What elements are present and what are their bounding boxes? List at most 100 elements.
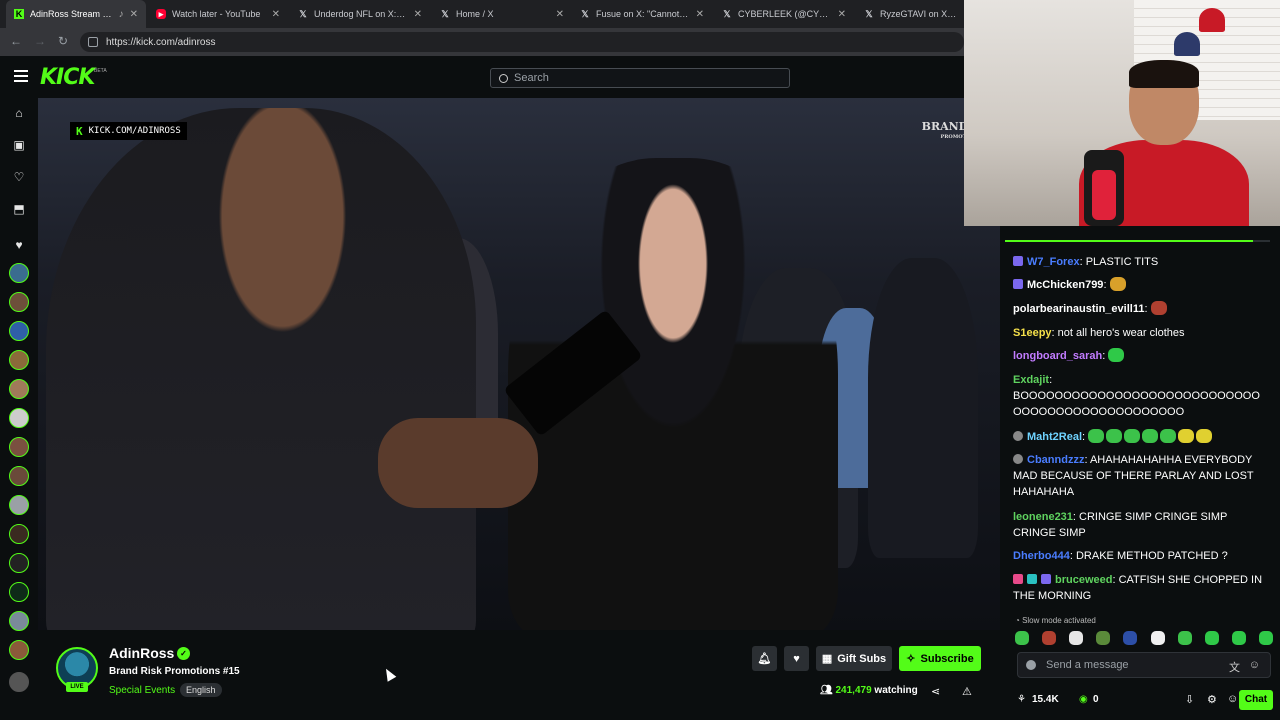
chat-username[interactable]: Maht2Real bbox=[1027, 431, 1082, 443]
chat-message[interactable]: Cbanndzzz: AHAHAHAHAHHA EVERYBODY MAD BE… bbox=[1013, 452, 1263, 500]
gift-subs-button[interactable]: ▦ Gift Subs bbox=[816, 646, 892, 671]
tab-cyberleek[interactable]: 𝕏 CYBERLEEK (@CYBERLEEK ✕ bbox=[714, 0, 854, 28]
chat-username[interactable]: leonene231 bbox=[1013, 511, 1073, 523]
followed-channel-avatar[interactable] bbox=[9, 611, 29, 631]
chat-message[interactable]: longboard_sarah: bbox=[1013, 348, 1263, 364]
chat-username[interactable]: S1eepy bbox=[1013, 327, 1052, 339]
followed-channel-avatar[interactable] bbox=[9, 437, 29, 457]
emoji-icon[interactable]: ☺ bbox=[1249, 659, 1260, 671]
emote-icon[interactable] bbox=[1177, 631, 1192, 645]
chat-message[interactable]: Maht2Real: bbox=[1013, 429, 1263, 445]
emote-icon[interactable] bbox=[1015, 631, 1029, 645]
followed-channel-avatar[interactable] bbox=[9, 466, 29, 486]
followed-channel-avatar[interactable] bbox=[9, 582, 29, 602]
kick-logo[interactable]: KICK bbox=[40, 65, 95, 90]
emote-icon[interactable] bbox=[1069, 631, 1084, 645]
follow-heart-icon[interactable]: ♥ bbox=[784, 646, 809, 671]
chat-message[interactable]: W7_Forex: PLASTIC TITS bbox=[1013, 254, 1263, 270]
followed-channel-avatar[interactable] bbox=[9, 495, 29, 515]
chat-message[interactable]: polarbearinaustin_evill11: bbox=[1013, 301, 1263, 317]
chat-username[interactable]: W7_Forex bbox=[1027, 256, 1080, 268]
browse-icon[interactable]: ▣ bbox=[12, 138, 26, 152]
clips-icon[interactable]: ⬒ bbox=[12, 202, 26, 216]
reload-icon[interactable]: ↻ bbox=[58, 34, 68, 48]
chat-username[interactable]: polarbearinaustin_evill11 bbox=[1013, 303, 1144, 315]
followed-channel-avatar[interactable] bbox=[9, 379, 29, 399]
chat-text: PLASTIC TITS bbox=[1085, 256, 1159, 268]
chat-message[interactable]: McChicken799: bbox=[1013, 277, 1263, 293]
stream-category-link[interactable]: Special Events bbox=[109, 685, 175, 696]
close-tab-icon[interactable]: ✕ bbox=[556, 9, 564, 20]
chat-username[interactable]: McChicken799 bbox=[1027, 279, 1103, 291]
followed-channel-avatar[interactable] bbox=[9, 321, 29, 341]
close-tab-icon[interactable]: ✕ bbox=[414, 9, 422, 20]
user-badge-icon bbox=[1041, 574, 1051, 584]
followed-channel-avatar[interactable] bbox=[9, 640, 29, 660]
close-tab-icon[interactable]: ✕ bbox=[130, 9, 138, 20]
speaker-icon[interactable]: ♪ bbox=[119, 9, 124, 20]
chat-message[interactable]: Exdajit: BOOOOOOOOOOOOOOOOOOOOOOOOOOOOOOO… bbox=[1013, 372, 1263, 420]
tab-title: Underdog NFL on X: "Cee bbox=[314, 9, 408, 19]
emote-icon[interactable] bbox=[1150, 631, 1165, 645]
search-input[interactable]: Search bbox=[490, 68, 790, 88]
favorites-icon[interactable]: ♥ bbox=[12, 238, 26, 252]
followed-channel-avatar[interactable] bbox=[9, 408, 29, 428]
forward-icon[interactable]: → bbox=[34, 34, 46, 48]
followed-channel-avatar[interactable] bbox=[9, 524, 29, 544]
followed-channel-avatar[interactable] bbox=[9, 263, 29, 283]
emote-icon[interactable] bbox=[1123, 631, 1138, 645]
close-tab-icon[interactable]: ✕ bbox=[696, 9, 704, 20]
video-player[interactable]: K KICK.COM/ADINROSS BRANDRISK PROMOTIONS bbox=[38, 98, 1000, 630]
address-bar[interactable]: https://kick.com/adinross bbox=[80, 32, 964, 52]
language-tag[interactable]: English bbox=[180, 683, 222, 697]
chat-input[interactable]: Send a message 文 ☺ bbox=[1017, 652, 1271, 678]
tab-title: Home / X bbox=[456, 9, 494, 19]
tab-home-x[interactable]: 𝕏 Home / X ✕ bbox=[432, 0, 572, 28]
close-tab-icon[interactable]: ✕ bbox=[272, 9, 280, 20]
chat-message[interactable]: Dherbo444: DRAKE METHOD PATCHED ? bbox=[1013, 548, 1263, 564]
tab-adinross[interactable]: K AdinRoss Stream - Wa ♪ ✕ bbox=[6, 0, 146, 28]
emote-icon[interactable] bbox=[1204, 631, 1219, 645]
settings-gear-icon[interactable]: ⚙ bbox=[1207, 693, 1217, 706]
chat-username[interactable]: Exdajit bbox=[1013, 374, 1049, 386]
chat-user-icon[interactable]: ☺ bbox=[1227, 693, 1238, 705]
chat-message[interactable]: S1eepy: not all hero's wear clothes bbox=[1013, 325, 1263, 341]
subscribe-button[interactable]: ✧ Subscribe bbox=[899, 646, 981, 671]
report-icon[interactable]: ⚠ bbox=[962, 685, 972, 698]
home-icon[interactable]: ⌂ bbox=[12, 106, 26, 120]
chat-message[interactable]: bruceweed: CATFISH SHE CHOPPED IN THE MO… bbox=[1013, 572, 1263, 604]
popout-icon[interactable]: ⇩ bbox=[1185, 693, 1194, 706]
x-favicon-icon: 𝕏 bbox=[441, 8, 449, 19]
chat-username[interactable]: Cbanndzzz bbox=[1027, 454, 1084, 466]
chat-username[interactable]: longboard_sarah bbox=[1013, 350, 1102, 362]
tab-underdog[interactable]: 𝕏 Underdog NFL on X: "Cee ✕ bbox=[290, 0, 430, 28]
user-badge-icon bbox=[1013, 431, 1023, 441]
emote-icon[interactable] bbox=[1096, 631, 1111, 645]
translate-icon[interactable]: 文 bbox=[1229, 659, 1240, 675]
tab-fusue[interactable]: 𝕏 Fusue on X: "Cannot wait ✕ bbox=[572, 0, 712, 28]
notification-bell-icon[interactable]: 🔔︎ bbox=[752, 646, 777, 671]
chat-rules-icon[interactable] bbox=[1026, 660, 1036, 670]
emote-icon[interactable] bbox=[1231, 631, 1246, 645]
emote-icon[interactable] bbox=[1258, 631, 1273, 645]
send-chat-button[interactable]: Chat bbox=[1239, 690, 1273, 710]
share-icon[interactable]: ⋖ bbox=[931, 685, 940, 698]
followed-channel-avatar[interactable] bbox=[9, 292, 29, 312]
chat-username[interactable]: bruceweed bbox=[1055, 574, 1112, 586]
tab-youtube[interactable]: ▸ Watch later - YouTube ✕ bbox=[148, 0, 288, 28]
user-badge-icon bbox=[1013, 279, 1023, 289]
menu-icon[interactable] bbox=[14, 70, 28, 82]
chat-message[interactable]: leonene231: CRINGE SIMP CRINGE SIMP CRIN… bbox=[1013, 509, 1263, 541]
following-icon[interactable]: ♡ bbox=[12, 170, 26, 184]
followed-channel-avatar[interactable] bbox=[9, 672, 29, 692]
back-icon[interactable]: ← bbox=[10, 34, 22, 48]
channel-name[interactable]: AdinRoss bbox=[109, 645, 174, 661]
close-tab-icon[interactable]: ✕ bbox=[838, 9, 846, 20]
emote-icon bbox=[1196, 429, 1213, 443]
site-info-icon[interactable] bbox=[88, 37, 98, 47]
followed-channel-avatar[interactable] bbox=[9, 553, 29, 573]
emote-icon[interactable] bbox=[1042, 631, 1057, 645]
tab-ryzegtavi[interactable]: 𝕏 RyzeGTAVI on X: "New GT bbox=[856, 0, 966, 28]
followed-channel-avatar[interactable] bbox=[9, 350, 29, 370]
chat-username[interactable]: Dherbo444 bbox=[1013, 550, 1070, 562]
